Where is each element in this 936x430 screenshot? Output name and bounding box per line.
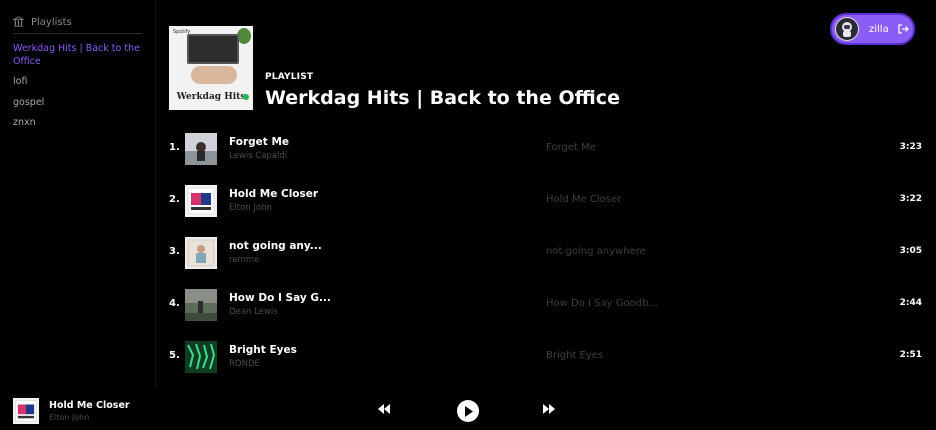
- playlists-header-label: Playlists: [31, 17, 72, 28]
- user-menu-button[interactable]: zilla: [830, 13, 915, 45]
- sidebar-item-znxn[interactable]: znxn: [13, 117, 143, 130]
- playlists-header: Playlists: [0, 0, 155, 33]
- playlist-type-label: PLAYLIST: [265, 72, 314, 82]
- track-album[interactable]: Bright Eyes: [546, 350, 603, 361]
- track-artist[interactable]: Elton John: [229, 203, 318, 213]
- cover-hands-graphic: [191, 66, 237, 84]
- track-duration: 3:05: [899, 246, 922, 256]
- track-info: not going any... remme: [229, 240, 322, 265]
- library-icon: [12, 15, 25, 30]
- logout-icon[interactable]: [897, 23, 909, 35]
- track-album[interactable]: Hold Me Closer: [546, 194, 621, 205]
- table-row[interactable]: 2. Hold Me Closer Elton John Hold Me Clo…: [169, 182, 924, 234]
- cover-laptop-graphic: [187, 34, 239, 64]
- sidebar-item-gospel[interactable]: gospel: [13, 97, 143, 110]
- table-row[interactable]: 1. Forget Me Lewis Capaldi Forget Me 3:2…: [169, 130, 924, 182]
- now-playing-title: Hold Me Closer: [49, 400, 130, 411]
- cover-title: Werkdag Hits: [176, 92, 246, 102]
- track-artwork: [185, 133, 217, 165]
- sidebar: Playlists Werkdag Hits | Back to the Off…: [0, 0, 156, 388]
- track-title: not going any...: [229, 240, 322, 252]
- track-duration: 3:23: [899, 142, 922, 152]
- track-info: Forget Me Lewis Capaldi: [229, 136, 289, 161]
- track-info: Hold Me Closer Elton John: [229, 188, 318, 213]
- table-row[interactable]: 5. Bright Eyes RONDE Bright Eyes 2:51: [169, 338, 924, 390]
- track-duration: 2:51: [899, 350, 922, 360]
- table-row[interactable]: 3. not going any... remme not going anyw…: [169, 234, 924, 286]
- track-title: Forget Me: [229, 136, 290, 148]
- cover-plant-graphic: [237, 28, 251, 44]
- track-artist[interactable]: Lewis Capaldi: [229, 151, 289, 161]
- track-album[interactable]: Forget Me: [546, 142, 596, 153]
- skip-back-icon[interactable]: [378, 404, 390, 414]
- user-name: zilla: [869, 23, 889, 35]
- astronaut-avatar-icon: [835, 17, 859, 41]
- track-artwork: [185, 237, 217, 269]
- sidebar-item-lofi[interactable]: lofi: [13, 76, 143, 89]
- spotify-logo-icon: [243, 94, 249, 100]
- track-number: 3.: [169, 246, 180, 257]
- main-content: Spotify Werkdag Hits PLAYLIST Werkdag Hi…: [157, 0, 936, 388]
- playlist-cover: Spotify Werkdag Hits: [169, 26, 253, 110]
- skip-forward-icon[interactable]: [543, 404, 555, 414]
- playlist-header: Spotify Werkdag Hits PLAYLIST Werkdag Hi…: [169, 26, 620, 110]
- track-artwork: [185, 341, 217, 373]
- track-title: How Do I Say G...: [229, 292, 331, 304]
- track-info: How Do I Say G... Dean Lewis: [229, 292, 331, 317]
- track-artwork: [185, 289, 217, 321]
- track-number: 1.: [169, 142, 180, 153]
- track-album[interactable]: not going anywhere: [546, 246, 646, 257]
- now-playing-artist: Elton John: [49, 413, 90, 422]
- track-number: 2.: [169, 194, 180, 205]
- track-artist[interactable]: Dean Lewis: [229, 307, 331, 317]
- track-number: 5.: [169, 350, 180, 361]
- playlist-list: Werkdag Hits | Back to the Office lofi g…: [0, 34, 155, 130]
- track-title: Bright Eyes: [229, 344, 297, 356]
- playlist-title: Werkdag Hits | Back to the Office: [265, 87, 620, 109]
- track-album[interactable]: How Do I Say Goodb...: [546, 298, 658, 309]
- now-playing-artwork: [13, 398, 39, 424]
- playlist-meta: PLAYLIST Werkdag Hits | Back to the Offi…: [265, 72, 620, 110]
- track-duration: 3:22: [899, 194, 922, 204]
- track-number: 4.: [169, 298, 180, 309]
- track-artist[interactable]: RONDE: [229, 359, 297, 369]
- track-info: Bright Eyes RONDE: [229, 344, 297, 369]
- track-list: 1. Forget Me Lewis Capaldi Forget Me 3:2…: [169, 130, 924, 390]
- track-title: Hold Me Closer: [229, 188, 319, 200]
- sidebar-item-werkdag-hits[interactable]: Werkdag Hits | Back to the Office: [13, 43, 143, 68]
- track-duration: 2:44: [899, 298, 922, 308]
- play-icon[interactable]: [457, 400, 479, 422]
- track-artist[interactable]: remme: [229, 255, 322, 265]
- track-artwork: [185, 185, 217, 217]
- player-bar: Hold Me Closer Elton John: [0, 388, 936, 430]
- table-row[interactable]: 4. How Do I Say G... Dean Lewis How Do I…: [169, 286, 924, 338]
